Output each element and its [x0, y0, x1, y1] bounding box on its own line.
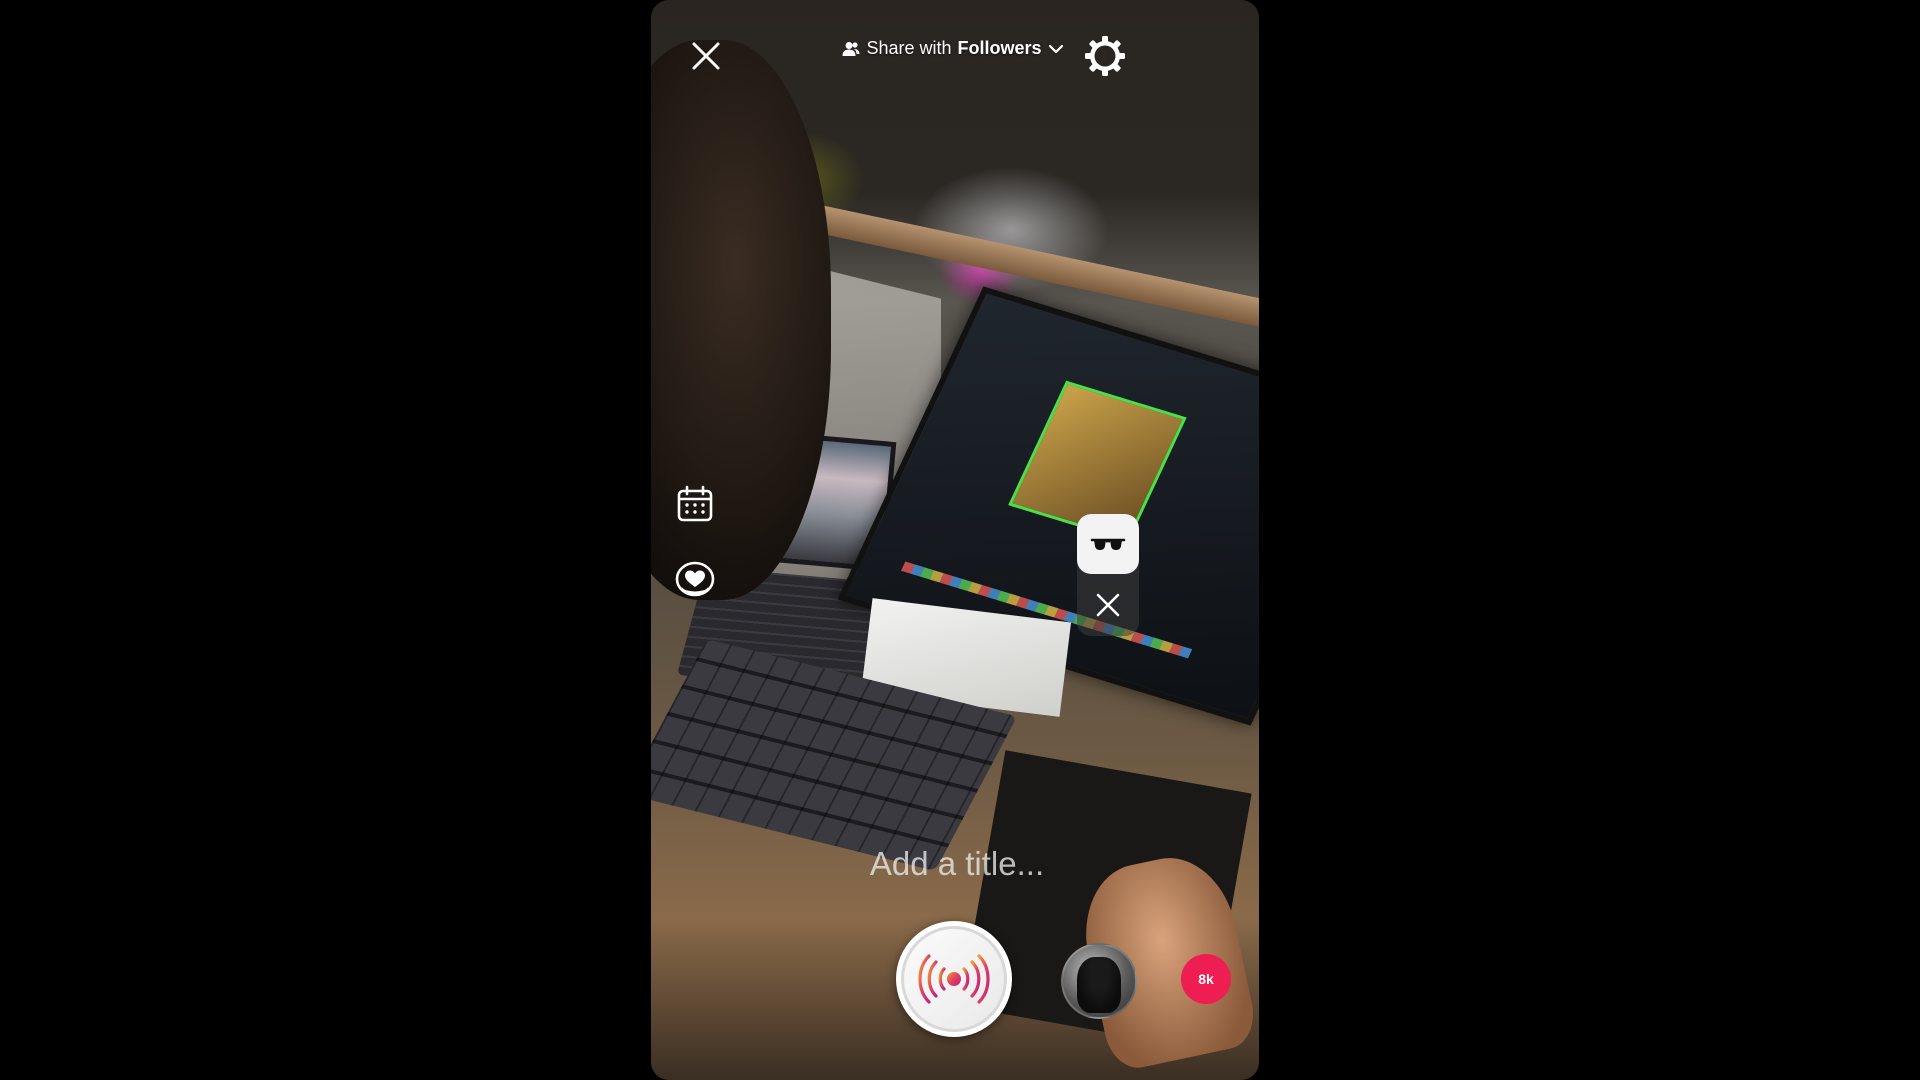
people-icon [842, 41, 860, 56]
share-audience-bar: Share with Followers [651, 38, 1259, 59]
share-prefix-text: Share with [866, 38, 952, 58]
broadcast-icon [918, 954, 990, 1004]
heart-bubble-icon [675, 561, 715, 597]
calendar-icon [677, 485, 713, 522]
viewer-count-badge[interactable]: 8k [1181, 954, 1231, 1004]
remove-effect-button[interactable] [1077, 574, 1139, 636]
avatar[interactable] [1061, 943, 1137, 1019]
title-input[interactable] [755, 838, 1159, 890]
viewer-count-text: 8k [1198, 971, 1214, 987]
gear-icon [1085, 36, 1125, 76]
chevron-down-icon [1048, 44, 1063, 53]
camera-preview [651, 0, 1259, 1080]
live-camera-screen: Share with Followers Add a title... 8k [651, 0, 1259, 1080]
share-audience-selector[interactable]: Share with Followers [842, 38, 1063, 59]
avatar-figure [1077, 957, 1121, 1013]
glasses-effect-button[interactable] [1077, 514, 1139, 574]
glasses-icon [1090, 538, 1126, 550]
settings-button[interactable] [1082, 33, 1128, 79]
schedule-button[interactable] [674, 483, 716, 525]
donation-button[interactable] [674, 559, 716, 601]
screen: Share with Followers Add a title... 8k [0, 0, 1920, 1080]
left-tool-column [674, 483, 716, 601]
go-live-button-face [901, 926, 1007, 1032]
go-live-button[interactable] [896, 921, 1012, 1037]
share-audience-text: Followers [957, 38, 1042, 58]
close-icon [1096, 593, 1120, 617]
effect-panel [1077, 514, 1139, 636]
